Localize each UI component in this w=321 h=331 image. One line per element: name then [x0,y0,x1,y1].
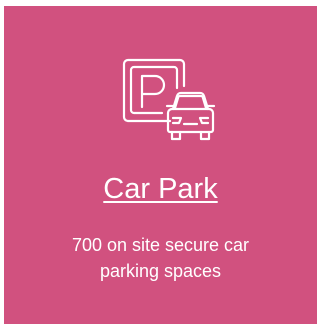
parking-car-icon [118,56,218,146]
description-line-1: 700 on site secure car [71,235,250,255]
card-description: 700 on site secure car parking spaces [4,232,317,284]
card-title-link[interactable]: Car Park [4,172,317,206]
car-park-card: Car Park 700 on site secure car parking … [4,6,317,324]
description-line-2: parking spaces [99,261,222,281]
